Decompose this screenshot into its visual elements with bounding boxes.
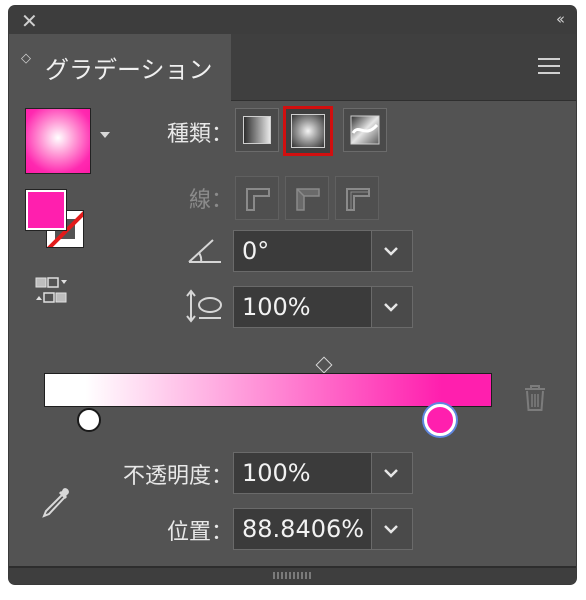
panel-footer [9,566,576,584]
eyedropper-icon[interactable] [37,483,77,523]
location-dropdown-button[interactable] [371,509,412,549]
opacity-input[interactable]: 100% [234,453,372,493]
swatch-dropdown-icon[interactable] [100,132,110,138]
gradient-stop-pink-selected[interactable] [424,404,456,436]
aspect-ratio-combobox[interactable]: 100% [233,286,413,328]
location-combobox[interactable]: 88.8406% [233,508,413,550]
gradient-preview-swatch[interactable] [25,108,91,174]
panel-titlebar: ✕ ‹‹ [9,6,576,34]
tab-row: ◇ グラデーション [9,34,576,101]
stroke-gradient-across-button[interactable] [335,176,379,220]
angle-icon [188,239,221,263]
linear-gradient-button[interactable] [235,108,279,152]
type-label: 種類： [166,122,233,147]
collapse-icon[interactable]: ‹‹ [556,10,565,28]
location-label: 位置： [166,520,233,545]
reverse-gradient-icon[interactable] [34,276,68,306]
radial-gradient-button[interactable] [283,106,333,156]
stroke-gradient-within-button[interactable] [235,176,279,220]
opacity-dropdown-button[interactable] [371,453,412,493]
tab-title: グラデーション [45,56,213,84]
angle-combobox[interactable]: 0° [233,230,413,272]
stroke-label: 線： [188,188,233,213]
angle-input[interactable]: 0° [234,231,372,271]
aspect-ratio-icon [186,289,222,323]
delete-stop-icon[interactable] [523,384,547,412]
location-input[interactable]: 88.8406% [234,509,372,549]
gradient-ramp[interactable] [44,373,492,407]
chevron-down-icon [384,247,398,256]
resize-grip-icon[interactable] [272,572,313,579]
chevron-down-icon [384,525,398,534]
gradient-stop-white[interactable] [77,408,101,432]
gradient-midpoint-diamond[interactable] [315,356,333,374]
aspect-ratio-dropdown-button[interactable] [371,287,412,327]
chevron-down-icon [384,303,398,312]
opacity-combobox[interactable]: 100% [233,452,413,494]
stroke-gradient-along-button[interactable] [285,176,329,220]
close-icon[interactable]: ✕ [21,9,38,33]
chevron-down-icon [384,469,398,478]
freeform-gradient-button[interactable] [343,108,387,152]
tab-gradient[interactable]: ◇ グラデーション [9,34,231,101]
panel-menu-icon[interactable] [538,58,560,79]
gradient-panel: ✕ ‹‹ ◇ グラデーション 種類： 線： 0° 100% 不透明度： 100%… [9,6,576,584]
opacity-label: 不透明度： [122,464,233,489]
aspect-ratio-input[interactable]: 100% [234,287,372,327]
angle-dropdown-button[interactable] [371,231,412,271]
fill-swatch[interactable] [26,190,66,230]
expand-toggle-icon[interactable]: ◇ [21,52,31,65]
